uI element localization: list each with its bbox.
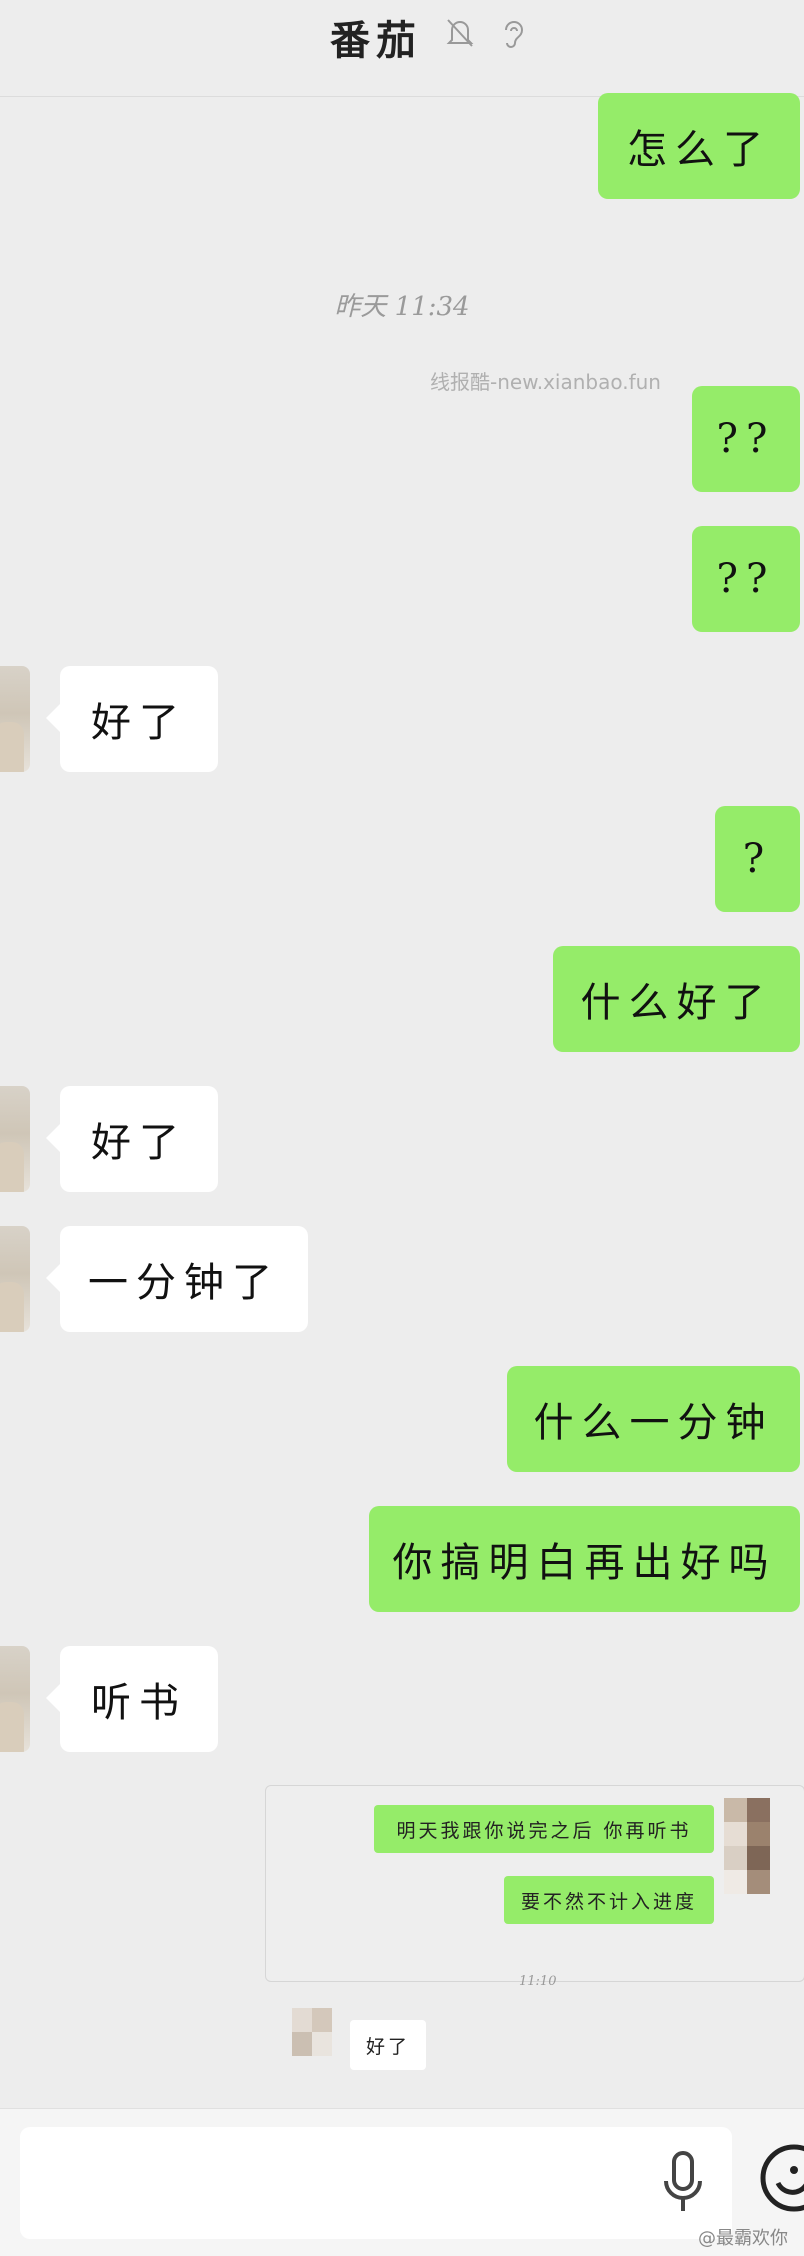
input-bar: @最霸欢你 [0, 2108, 804, 2256]
message-bubble-outgoing[interactable]: ?? [692, 386, 800, 492]
credit-text: @最霸欢你 [698, 2228, 788, 2249]
chat-header: 番茄 [0, 0, 804, 97]
avatar[interactable] [0, 1086, 30, 1192]
message-bubble-outgoing[interactable]: 怎么了 [598, 93, 800, 199]
avatar[interactable] [0, 666, 30, 772]
ear-icon [505, 21, 524, 48]
embedded-message-incoming: 好了 [350, 2020, 426, 2070]
message-bubble-outgoing[interactable]: 什么好了 [553, 946, 800, 1052]
avatar[interactable] [0, 1226, 30, 1332]
embedded-message-outgoing: 要不然不计入进度 [504, 1876, 714, 1924]
embedded-screenshot[interactable]: 明天我跟你说完之后 你再听书 要不然不计入进度 11:10 [265, 1785, 804, 1989]
timestamp: 昨天 11:34 [334, 292, 470, 322]
message-input[interactable] [20, 2127, 732, 2239]
message-bubble-outgoing[interactable]: 什么一分钟 [507, 1366, 800, 1472]
embedded-timestamp: 11:10 [519, 1974, 557, 1989]
message-bubble-outgoing[interactable]: 你搞明白再出好吗 [369, 1506, 800, 1612]
message-bubble-incoming[interactable]: 好了 [46, 666, 218, 772]
chat-title: 番茄 [330, 17, 422, 64]
emoji-icon[interactable] [758, 2139, 804, 2217]
embedded-message-outgoing: 明天我跟你说完之后 你再听书 [374, 1805, 714, 1853]
pixelated-avatar [724, 1798, 770, 1894]
watermark-text: 线报酷-new.xianbao.fun [430, 370, 661, 394]
message-bubble-incoming[interactable]: 好了 [46, 1086, 218, 1192]
avatar[interactable] [0, 1646, 30, 1752]
microphone-icon[interactable] [658, 2149, 708, 2217]
bell-muted-icon [446, 19, 474, 47]
message-bubble-incoming[interactable]: 听书 [46, 1646, 218, 1752]
pixelated-avatar [292, 2008, 332, 2056]
message-bubble-outgoing[interactable]: ? [715, 806, 800, 912]
message-bubble-incoming[interactable]: 一分钟了 [46, 1226, 308, 1332]
message-bubble-outgoing[interactable]: ?? [692, 526, 800, 632]
